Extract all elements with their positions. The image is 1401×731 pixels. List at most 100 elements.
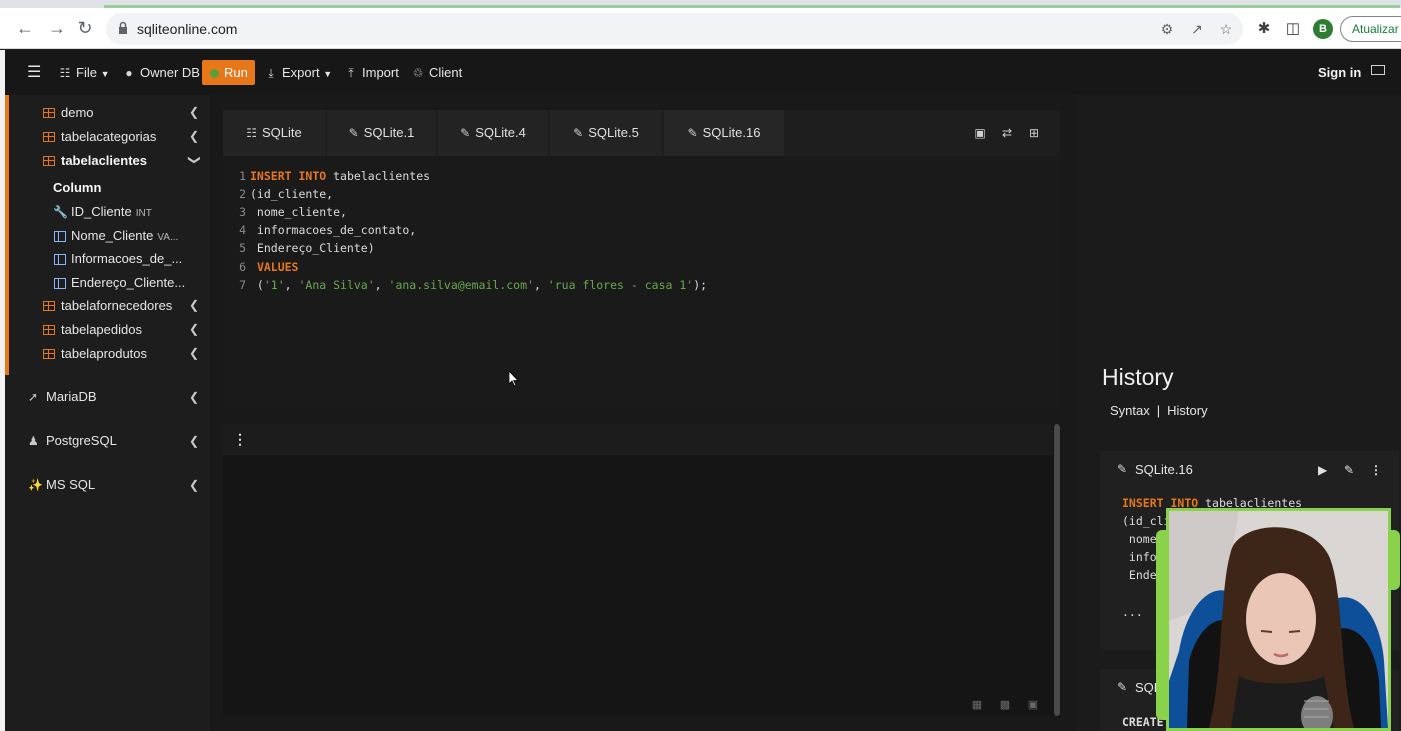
tab-sqlite-16[interactable]: ✎ SQLite.16 bbox=[664, 110, 784, 156]
edit-query-icon[interactable]: ✎ bbox=[1344, 463, 1354, 477]
code-line: 2 (id_cliente, bbox=[223, 185, 333, 203]
tab-sqlite-5[interactable]: ✎ SQLite.5 bbox=[550, 110, 662, 156]
database-icon: ☷ bbox=[59, 66, 71, 80]
browser-tabstrip bbox=[0, 0, 1401, 8]
chevron-left-icon[interactable]: ❮ bbox=[189, 432, 199, 450]
owner-db-menu[interactable]: ● Owner DB bbox=[122, 64, 200, 82]
mouse-cursor-icon bbox=[509, 371, 519, 387]
chevron-left-icon[interactable]: ❮ bbox=[189, 344, 199, 362]
code-line: 3 nome_cliente, bbox=[223, 203, 347, 221]
more-options-icon[interactable]: ⋮ bbox=[1370, 463, 1382, 477]
keyword: INTO bbox=[298, 169, 327, 183]
save-icon[interactable]: ▣ bbox=[973, 126, 987, 140]
mariadb-icon: ➚ bbox=[28, 390, 39, 404]
sidebar bbox=[5, 95, 210, 731]
column-name: Nome_Cliente bbox=[71, 228, 154, 243]
chevron-left-icon[interactable]: ❮ bbox=[189, 296, 199, 314]
hamburger-menu-icon[interactable]: ☰ bbox=[27, 64, 41, 82]
add-tab-icon[interactable]: ⊞ bbox=[1027, 126, 1041, 140]
mssql-icon: ✨ bbox=[28, 478, 43, 492]
chevron-left-icon[interactable]: ❮ bbox=[189, 476, 199, 494]
address-bar[interactable]: sqliteonline.com ⚙ ↗ ☆ bbox=[106, 13, 1243, 45]
reload-icon[interactable]: ↻ bbox=[73, 16, 97, 40]
import-button[interactable]: ⤒ Import bbox=[344, 64, 399, 82]
bookmark-star-icon[interactable]: ☆ bbox=[1217, 20, 1235, 38]
history-tabs: Syntax | History bbox=[1110, 403, 1208, 418]
column-icon bbox=[54, 254, 66, 265]
side-panel-icon[interactable]: ◫ bbox=[1283, 19, 1303, 39]
column-type: INT bbox=[135, 208, 152, 219]
profile-avatar[interactable]: B bbox=[1313, 19, 1333, 39]
code-text: , bbox=[284, 278, 299, 292]
update-button[interactable]: Atualizar bbox=[1340, 16, 1401, 42]
chevron-left-icon[interactable]: ❮ bbox=[189, 320, 199, 338]
tab-label: SQLite.5 bbox=[588, 125, 639, 140]
history-ellipsis: ... bbox=[1122, 605, 1143, 619]
column-icon bbox=[54, 278, 66, 289]
keyword: INSERT bbox=[250, 169, 292, 183]
forward-icon[interactable]: → bbox=[45, 16, 69, 40]
tab-label: SQLite.16 bbox=[702, 125, 761, 140]
table-icon bbox=[43, 325, 55, 335]
table-icon bbox=[43, 301, 55, 311]
tab-separator: | bbox=[1156, 403, 1161, 418]
code-text: (id_cliente, bbox=[250, 187, 334, 201]
tab-sqlite[interactable]: ☷ SQLite bbox=[223, 110, 325, 156]
tab-sqlite-4[interactable]: ✎ SQLite.4 bbox=[438, 110, 548, 156]
string-literal: '1' bbox=[263, 278, 285, 292]
file-menu[interactable]: ☷ File ▼ bbox=[58, 64, 110, 82]
play-icon[interactable]: ▶ bbox=[1318, 463, 1327, 477]
code-editor[interactable]: 1 INSERT INTO tabelaclientes 2 (id_cliente… bbox=[223, 156, 1060, 408]
chevron-down-icon[interactable]: ❮ bbox=[184, 155, 202, 165]
sign-in-link[interactable]: Sign in bbox=[1318, 64, 1361, 82]
back-icon[interactable]: ← bbox=[13, 16, 37, 40]
column-icon bbox=[54, 231, 66, 242]
translate-icon[interactable]: ⚙ bbox=[1158, 20, 1176, 38]
export-menu[interactable]: ⤓ Export ▼ bbox=[264, 64, 332, 82]
client-label: Client bbox=[429, 65, 463, 80]
owner-db-label: Owner DB bbox=[140, 65, 200, 80]
chevron-left-icon[interactable]: ❮ bbox=[189, 388, 199, 406]
results-scrollbar[interactable] bbox=[1054, 424, 1060, 716]
run-indicator-icon bbox=[210, 69, 219, 78]
sidebar-item-label: tabelafornecedores bbox=[61, 298, 173, 313]
mail-icon[interactable] bbox=[1371, 65, 1385, 75]
tab-syntax[interactable]: Syntax bbox=[1110, 403, 1150, 418]
line-number: 1 bbox=[239, 169, 246, 183]
column-item-label: Nome_Cliente VA... bbox=[71, 227, 178, 245]
tab-sqlite-1[interactable]: ✎ SQLite.1 bbox=[327, 110, 436, 156]
run-button[interactable]: Run bbox=[202, 60, 255, 85]
history-title: History bbox=[1102, 364, 1174, 390]
line-number: 2 bbox=[239, 187, 246, 201]
globe-icon: ● bbox=[125, 66, 133, 80]
sidebar-item-label: tabelaclientes bbox=[61, 153, 147, 168]
export-results-icon[interactable]: ▣ bbox=[1026, 699, 1040, 711]
code-text: , bbox=[374, 278, 389, 292]
chevron-left-icon[interactable]: ❮ bbox=[189, 103, 199, 121]
sync-icon[interactable]: ⇄ bbox=[1000, 126, 1014, 140]
caret-down-icon: ▼ bbox=[100, 69, 110, 79]
code-text: ( bbox=[250, 278, 264, 292]
column-type: VA... bbox=[157, 232, 179, 243]
column-item-label: Informacoes_de_... bbox=[71, 251, 183, 266]
edit-icon: ✎ bbox=[1117, 680, 1128, 694]
column-item-label: Endereço_Cliente... bbox=[71, 275, 186, 290]
column-name: ID_Cliente bbox=[71, 204, 132, 219]
editor-tabs: ☷ SQLite ✎ SQLite.1 ✎ SQLite.4 ✎ SQLite.5 ✎ S… bbox=[223, 110, 1060, 156]
client-button[interactable]: ♲ Client bbox=[411, 64, 463, 82]
app-top-bar: ☰ ☷ File ▼ ● Owner DB Run ⤓ Export ▼ ⤒ Impor… bbox=[0, 50, 1401, 731]
line-number: 4 bbox=[239, 223, 246, 237]
results-header: ⋮ bbox=[223, 424, 1053, 455]
extensions-icon[interactable]: ✱ bbox=[1254, 19, 1274, 39]
keyword: INSERT bbox=[1122, 496, 1164, 510]
line-number: 7 bbox=[239, 278, 246, 292]
share-icon[interactable]: ↗ bbox=[1188, 20, 1206, 38]
chart-view-icon[interactable]: ▩ bbox=[998, 699, 1012, 711]
table-name: tabelaclientes bbox=[333, 169, 431, 183]
webcam-video-image bbox=[1169, 511, 1388, 728]
tab-history[interactable]: History bbox=[1167, 403, 1207, 418]
browser-toolbar: ← → ↻ sqliteonline.com ⚙ ↗ ☆ ✱ ◫ B Atual… bbox=[0, 8, 1401, 49]
results-menu-icon[interactable]: ⋮ bbox=[233, 431, 247, 448]
chevron-left-icon[interactable]: ❮ bbox=[189, 127, 199, 145]
table-view-icon[interactable]: ▦ bbox=[970, 699, 984, 711]
